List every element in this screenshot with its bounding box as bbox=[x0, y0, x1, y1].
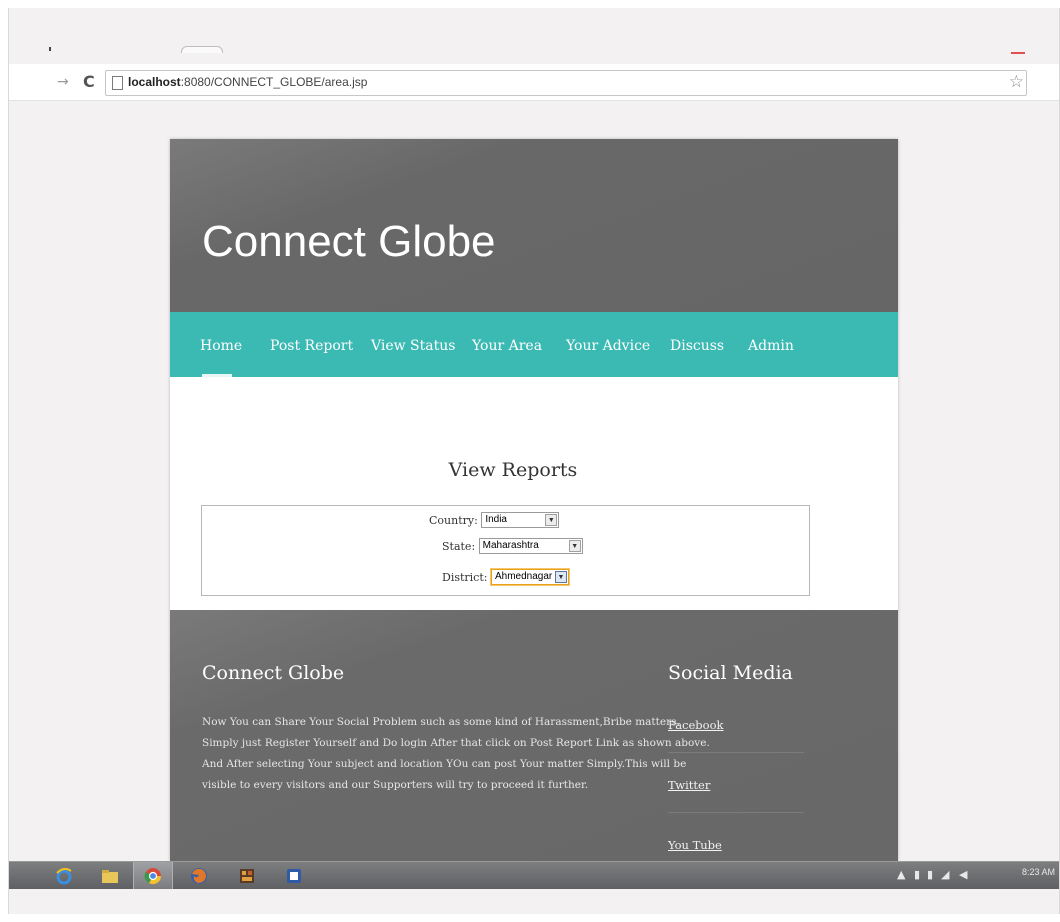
windows-taskbar: ▲ ▮ ▮ ◢ ◀ 8:23 AM bbox=[9, 861, 1059, 889]
district-row: District: Ahmednagar ▼ bbox=[442, 569, 569, 585]
taskbar-explorer[interactable] bbox=[93, 862, 129, 889]
folder-icon bbox=[102, 870, 118, 883]
taskbar-app[interactable] bbox=[229, 862, 267, 889]
browser-toolbar: → C localhost:8080/CONNECT_GLOBE/area.js… bbox=[9, 64, 1059, 101]
chevron-down-icon: ▼ bbox=[545, 514, 558, 526]
browser-tab[interactable] bbox=[181, 46, 223, 53]
divider bbox=[668, 752, 804, 753]
internet-explorer-icon bbox=[56, 867, 72, 885]
url-path: :8080/CONNECT_GLOBE/area.jsp bbox=[180, 75, 368, 89]
state-value: Maharashtra bbox=[482, 540, 539, 551]
country-label: Country: bbox=[429, 513, 478, 527]
country-value: India bbox=[485, 514, 507, 525]
menu-home[interactable]: Home bbox=[200, 338, 242, 354]
district-select[interactable]: Ahmednagar ▼ bbox=[490, 569, 569, 585]
screenshot-photo: → C localhost:8080/CONNECT_GLOBE/area.js… bbox=[8, 8, 1060, 914]
close-window-edge bbox=[1011, 52, 1025, 54]
social-media-title: Social Media bbox=[668, 662, 793, 684]
url-text: localhost:8080/CONNECT_GLOBE/area.jsp bbox=[128, 75, 367, 89]
footer-text-line: visible to every visitors and our Suppor… bbox=[202, 779, 589, 791]
tray-arrow-icon[interactable]: ▲ bbox=[897, 868, 905, 881]
footer-text-line: Now You can Share Your Social Problem su… bbox=[202, 716, 680, 728]
network-icon[interactable]: ▮ bbox=[914, 868, 920, 881]
report-filter-form: Country: India ▼ State: Maharashtra ▼ Di… bbox=[201, 505, 810, 596]
district-value: Ahmednagar bbox=[494, 571, 553, 582]
menu-view-status[interactable]: View Status bbox=[371, 338, 455, 354]
site-header: Connect Globe bbox=[170, 139, 898, 312]
youtube-link[interactable]: You Tube bbox=[668, 838, 722, 852]
site-title: Connect Globe bbox=[202, 217, 496, 266]
menu-your-area[interactable]: Your Area bbox=[472, 338, 542, 354]
taskbar-ie[interactable] bbox=[47, 862, 83, 889]
website: Connect Globe Home Post Report View Stat… bbox=[170, 139, 898, 861]
chrome-icon bbox=[144, 868, 162, 885]
taskbar-chrome[interactable] bbox=[133, 862, 173, 889]
district-label: District: bbox=[442, 570, 488, 584]
edge-mark bbox=[49, 47, 51, 51]
facebook-link[interactable]: Facebook bbox=[668, 718, 723, 732]
chevron-down-icon: ▼ bbox=[568, 540, 581, 552]
menu-your-advice[interactable]: Your Advice bbox=[566, 338, 650, 354]
page-icon bbox=[112, 76, 123, 90]
state-row: State: Maharashtra ▼ bbox=[442, 538, 583, 554]
divider bbox=[668, 812, 804, 813]
country-select[interactable]: India ▼ bbox=[481, 512, 560, 528]
page-title: View Reports bbox=[448, 459, 578, 481]
application-icon bbox=[240, 869, 254, 883]
country-row: Country: India ▼ bbox=[429, 512, 560, 528]
footer-title: Connect Globe bbox=[202, 662, 345, 684]
battery-icon[interactable]: ▮ bbox=[927, 868, 933, 881]
clock[interactable]: 8:23 AM bbox=[1022, 867, 1055, 877]
url-host: localhost bbox=[128, 75, 181, 89]
state-label: State: bbox=[442, 539, 476, 553]
taskbar-firefox[interactable] bbox=[181, 862, 219, 889]
reload-icon[interactable]: C bbox=[83, 72, 95, 91]
twitter-link[interactable]: Twitter bbox=[668, 778, 710, 792]
menu-post-report[interactable]: Post Report bbox=[270, 338, 353, 354]
main-content: View Reports Country: India ▼ State: Mah… bbox=[170, 377, 898, 610]
site-footer: Connect Globe Now You can Share Your Soc… bbox=[170, 610, 898, 861]
word-icon bbox=[287, 869, 301, 883]
footer-description: Now You can Share Your Social Problem su… bbox=[202, 712, 710, 796]
footer-text-line: Simply just Register Yourself and Do log… bbox=[202, 737, 710, 749]
menu-discuss[interactable]: Discuss bbox=[670, 338, 724, 354]
chevron-down-icon: ▼ bbox=[554, 571, 567, 583]
menu-admin[interactable]: Admin bbox=[748, 338, 794, 354]
state-select[interactable]: Maharashtra ▼ bbox=[478, 538, 583, 554]
bookmark-star-icon[interactable]: ☆ bbox=[1009, 72, 1024, 92]
forward-icon[interactable]: → bbox=[57, 74, 69, 90]
main-menu: Home Post Report View Status Your Area Y… bbox=[170, 312, 898, 377]
taskbar-word[interactable] bbox=[277, 862, 313, 889]
address-bar[interactable]: localhost:8080/CONNECT_GLOBE/area.jsp ☆ bbox=[105, 70, 1027, 96]
footer-text-line: And After selecting Your subject and loc… bbox=[202, 758, 687, 770]
signal-icon[interactable]: ◢ bbox=[941, 868, 949, 881]
volume-icon[interactable]: ◀ bbox=[959, 868, 967, 881]
firefox-icon bbox=[191, 868, 207, 884]
